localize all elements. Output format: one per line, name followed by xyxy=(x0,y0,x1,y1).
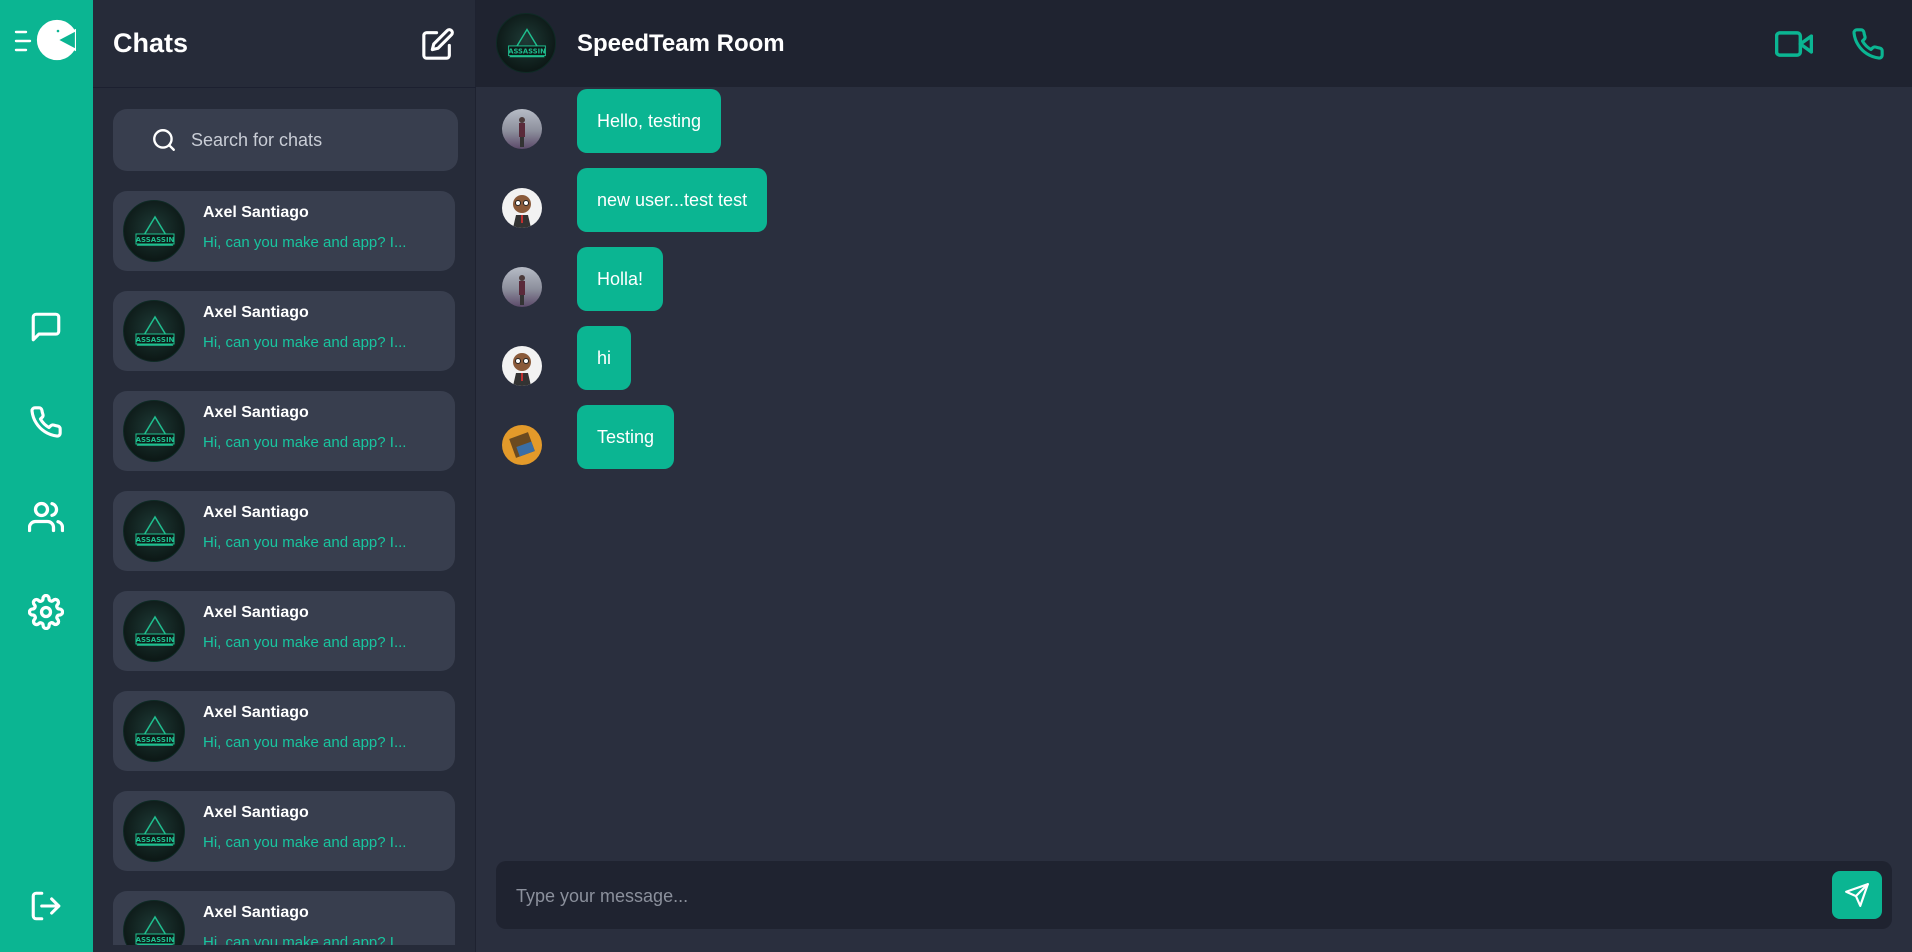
chat-preview: Hi, can you make and app? I... xyxy=(203,434,407,451)
phone-icon xyxy=(30,406,62,438)
avatar: ASSASSIN xyxy=(123,700,185,762)
avatar xyxy=(502,267,542,307)
chat-list-item[interactable]: ASSASSIN Axel Santiago Hi, can you make … xyxy=(113,391,455,471)
chat-list: ASSASSIN Axel Santiago Hi, can you make … xyxy=(113,191,455,945)
gear-icon xyxy=(28,594,64,630)
svg-text:ASSASSIN: ASSASSIN xyxy=(508,48,546,56)
svg-text:ASSASSIN: ASSASSIN xyxy=(136,836,175,844)
chat-list-item[interactable]: ASSASSIN Axel Santiago Hi, can you make … xyxy=(113,591,455,671)
nav-rail xyxy=(0,0,93,952)
logout-button[interactable] xyxy=(24,884,68,928)
search-bar xyxy=(113,109,458,171)
chat-list-item[interactable]: ASSASSIN Axel Santiago Hi, can you make … xyxy=(113,791,455,871)
chat-preview: Hi, can you make and app? I... xyxy=(203,534,407,551)
phone-icon xyxy=(1852,28,1884,60)
avatar xyxy=(502,109,542,149)
message-bubble: Hello, testing xyxy=(577,89,722,153)
avatar xyxy=(502,346,542,386)
avatar: ASSASSIN xyxy=(123,400,185,462)
avatar: ASSASSIN xyxy=(123,200,185,262)
video-icon xyxy=(1775,31,1813,57)
nav-contacts-button[interactable] xyxy=(24,495,68,539)
chat-preview: Hi, can you make and app? I... xyxy=(203,934,407,945)
svg-text:ASSASSIN: ASSASSIN xyxy=(136,236,175,244)
svg-text:ASSASSIN: ASSASSIN xyxy=(136,736,175,744)
message-bubble: Testing xyxy=(577,405,675,469)
avatar: ASSASSIN xyxy=(123,600,185,662)
svg-text:ASSASSIN: ASSASSIN xyxy=(136,436,175,444)
users-icon xyxy=(28,501,64,533)
conversation-header: ASSASSIN SpeedTeam Room xyxy=(476,0,1912,87)
chat-preview: Hi, can you make and app? I... xyxy=(203,634,407,651)
chat-list-item[interactable]: ASSASSIN Axel Santiago Hi, can you make … xyxy=(113,691,455,771)
chat-list-header: Chats xyxy=(93,0,476,88)
message-bubble: hi xyxy=(577,326,632,390)
chat-list-item[interactable]: ASSASSIN Axel Santiago Hi, can you make … xyxy=(113,491,455,571)
chat-name: Axel Santiago xyxy=(203,704,309,721)
avatar: ASSASSIN xyxy=(123,500,185,562)
chat-preview: Hi, can you make and app? I... xyxy=(203,734,407,751)
conversation-panel: ASSASSIN SpeedTeam Room Hello, testing n… xyxy=(476,0,1912,952)
chat-preview: Hi, can you make and app? I... xyxy=(203,334,407,351)
avatar xyxy=(502,188,542,228)
message-bubble: new user...test test xyxy=(577,168,768,232)
chat-logo-icon[interactable] xyxy=(14,18,78,64)
chat-list-item[interactable]: ASSASSIN Axel Santiago Hi, can you make … xyxy=(113,891,455,945)
svg-text:ASSASSIN: ASSASSIN xyxy=(136,936,175,944)
room-avatar[interactable]: ASSASSIN xyxy=(496,13,556,73)
nav-settings-button[interactable] xyxy=(24,590,68,634)
nav-chats-button[interactable] xyxy=(24,305,68,349)
svg-text:ASSASSIN: ASSASSIN xyxy=(136,536,175,544)
chat-list-panel: Chats ASSASSIN Axel Santiago Hi, can you… xyxy=(93,0,476,952)
chat-name: Axel Santiago xyxy=(203,604,309,621)
chat-list-item[interactable]: ASSASSIN Axel Santiago Hi, can you make … xyxy=(113,291,455,371)
message-square-icon xyxy=(31,312,61,342)
voice-call-button[interactable] xyxy=(1846,22,1890,66)
room-title: SpeedTeam Room xyxy=(577,30,785,57)
chat-name: Axel Santiago xyxy=(203,204,309,221)
svg-text:ASSASSIN: ASSASSIN xyxy=(136,336,175,344)
chat-name: Axel Santiago xyxy=(203,804,309,821)
chat-name: Axel Santiago xyxy=(203,904,309,921)
new-chat-button[interactable] xyxy=(418,24,458,64)
video-call-button[interactable] xyxy=(1772,22,1816,66)
avatar: ASSASSIN xyxy=(123,300,185,362)
logout-icon xyxy=(31,891,61,921)
send-icon xyxy=(1845,883,1869,907)
edit-icon xyxy=(422,28,454,60)
svg-text:ASSASSIN: ASSASSIN xyxy=(136,636,175,644)
chat-name: Axel Santiago xyxy=(203,504,309,521)
avatar: ASSASSIN xyxy=(123,800,185,862)
message-bubble: Holla! xyxy=(577,247,664,311)
chat-name: Axel Santiago xyxy=(203,304,309,321)
chat-list-item[interactable]: ASSASSIN Axel Santiago Hi, can you make … xyxy=(113,191,455,271)
message-input[interactable] xyxy=(516,881,1816,911)
nav-calls-button[interactable] xyxy=(24,400,68,444)
chat-list-title: Chats xyxy=(113,28,189,58)
message-composer xyxy=(496,861,1892,929)
chat-preview: Hi, can you make and app? I... xyxy=(203,834,407,851)
chat-preview: Hi, can you make and app? I... xyxy=(203,234,407,251)
send-button[interactable] xyxy=(1832,871,1882,919)
avatar xyxy=(502,425,542,465)
search-input[interactable] xyxy=(191,129,431,151)
avatar: ASSASSIN xyxy=(123,900,185,945)
search-icon xyxy=(153,129,175,151)
chat-name: Axel Santiago xyxy=(203,404,309,421)
